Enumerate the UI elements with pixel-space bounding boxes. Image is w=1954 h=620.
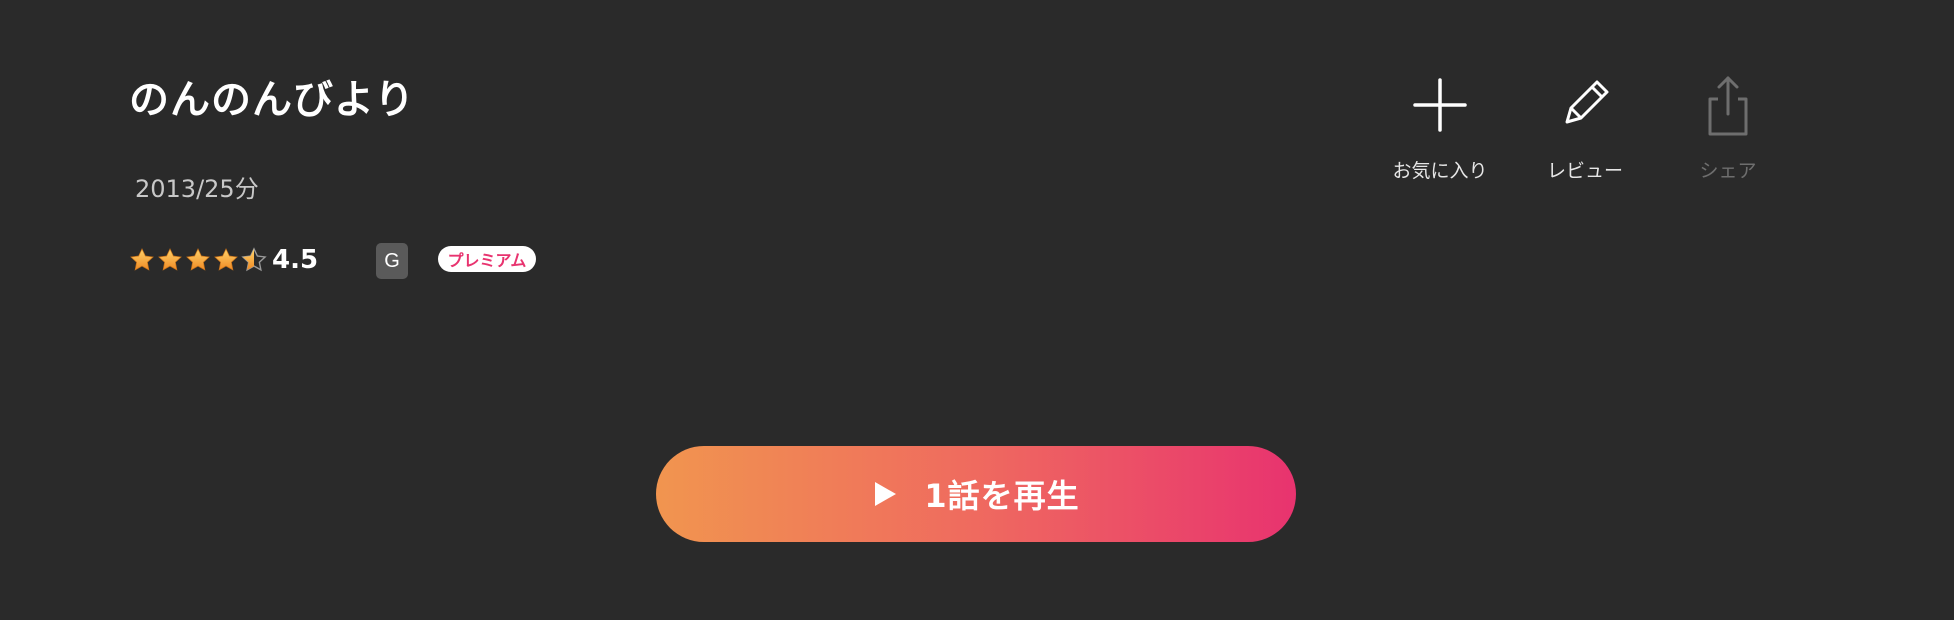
play-button-label: 1話を再生 bbox=[924, 477, 1080, 515]
play-icon bbox=[875, 482, 897, 506]
plus-icon bbox=[1413, 78, 1467, 132]
star-full-icon bbox=[130, 248, 154, 271]
pencil-icon bbox=[1565, 80, 1609, 124]
share-label: シェア bbox=[1699, 160, 1757, 182]
action-bar: お気に入り レビュー シェア bbox=[1380, 72, 1800, 202]
play-episode-button[interactable]: 1話を再生 bbox=[656, 446, 1296, 542]
page-title: のんのんびより bbox=[129, 77, 416, 123]
review-button[interactable]: レビュー bbox=[1525, 72, 1645, 184]
rating: 4.5 bbox=[128, 240, 318, 280]
share-icon bbox=[1708, 76, 1748, 136]
share-button[interactable]: シェア bbox=[1668, 72, 1788, 184]
review-label: レビュー bbox=[1546, 160, 1623, 182]
star-full-icon bbox=[158, 248, 182, 271]
year-duration-meta: 2013/25分 bbox=[135, 175, 259, 203]
age-rating-badge: G bbox=[376, 243, 408, 279]
star-rating bbox=[128, 246, 268, 274]
favorite-button[interactable]: お気に入り bbox=[1380, 72, 1500, 184]
star-full-icon bbox=[186, 248, 210, 271]
rating-value: 4.5 bbox=[272, 245, 319, 275]
premium-badge: プレミアム bbox=[438, 246, 536, 272]
star-full-icon bbox=[214, 248, 238, 271]
star-half-icon bbox=[241, 247, 267, 272]
favorite-label: お気に入り bbox=[1392, 160, 1488, 182]
title-detail-page: のんのんびより 2013/25分 4.5 G プレミアム お気に入り レビュー … bbox=[0, 0, 1954, 620]
